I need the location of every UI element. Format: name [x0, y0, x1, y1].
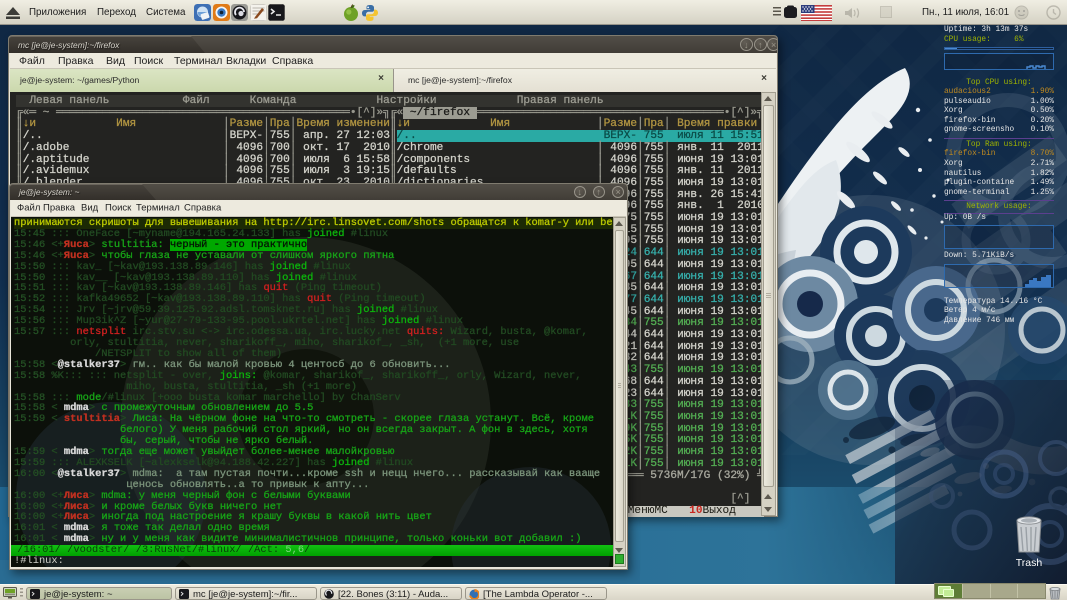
svg-text:Trash: Trash [1016, 557, 1043, 569]
